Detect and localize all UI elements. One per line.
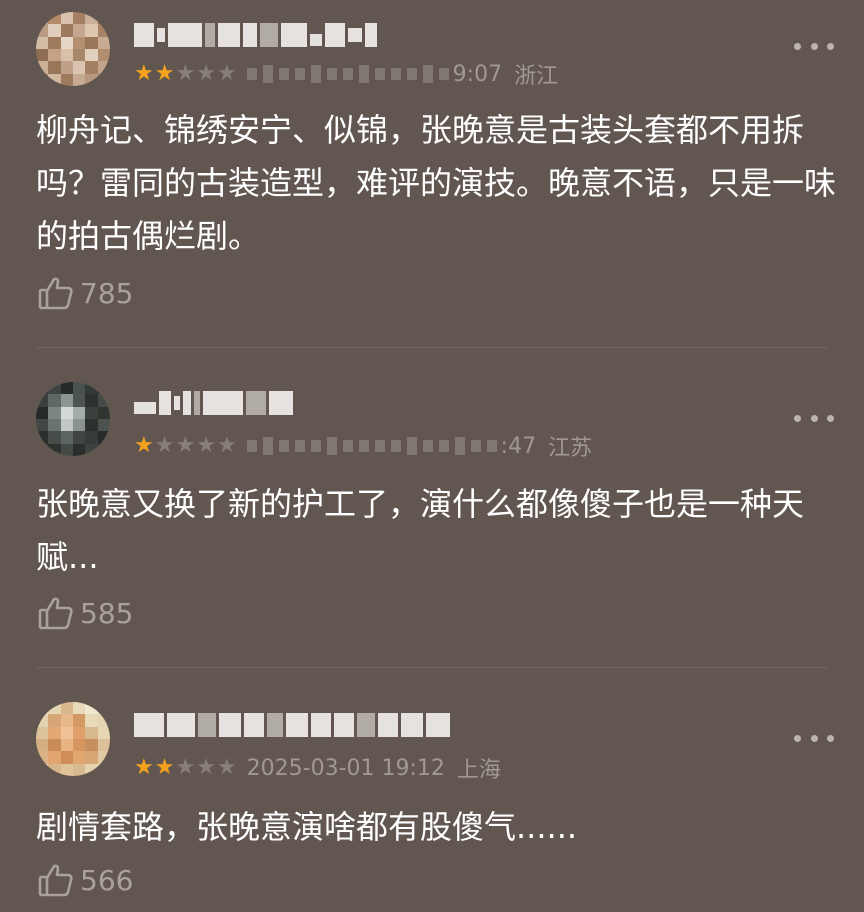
star-icon: ★ [216, 61, 237, 86]
star-icon: ★ [154, 61, 175, 86]
star-icon: ★ [134, 61, 154, 86]
like-count: 585 [80, 596, 134, 630]
like-button[interactable]: 566 [38, 860, 133, 900]
star-icon: ★ [154, 433, 175, 458]
star-icon: ★ [216, 755, 237, 780]
like-count: 566 [80, 863, 134, 897]
more-dots-icon[interactable] [794, 728, 834, 748]
timestamp-blurred [246, 65, 449, 83]
thumbs-up-icon [38, 597, 73, 630]
star-icon: ★ [134, 433, 154, 458]
star-icon: ★ [175, 433, 196, 458]
like-button[interactable]: 785 [38, 273, 133, 313]
more-dots-icon[interactable] [794, 36, 834, 56]
comment-item: ★ ★ ★ ★ ★ 9:07 浙江 柳舟记、锦绣安宁、似锦，张晚意是古装头套都不… [0, 0, 864, 347]
comment-text: 张晚意又换了新的护工了，演什么都像傻子也是一种天赋... [36, 485, 805, 576]
username-blurred[interactable] [134, 388, 293, 418]
avatar[interactable] [36, 382, 110, 456]
comment-location: 上海 [456, 758, 501, 783]
username-blurred[interactable] [134, 710, 450, 740]
comment-location: 浙江 [514, 64, 559, 89]
comment-meta: ★ ★ ★ ★ ★ 2025-03-01 19:12 上海 [134, 754, 513, 784]
rating-stars: ★ ★ ★ ★ ★ [134, 435, 237, 457]
star-icon: ★ [196, 61, 216, 86]
comment-meta: ★ ★ ★ ★ ★ :47 江苏 [134, 432, 604, 462]
comment-item: ★ ★ ★ ★ ★ :47 江苏 张晚意又换了新的护工了，演什么都像傻子也是一种… [0, 348, 864, 668]
thumbs-up-icon [38, 277, 73, 310]
thumbs-up-icon [38, 864, 73, 897]
timestamp-blurred [246, 437, 497, 455]
comment-time: :47 [500, 433, 537, 459]
star-icon: ★ [154, 755, 175, 780]
comment-item: ★ ★ ★ ★ ★ 2025-03-01 19:12 上海 剧情套路，张晚意演啥… [0, 668, 864, 912]
comment-time: 9:07 [452, 61, 503, 87]
avatar[interactable] [36, 702, 110, 776]
username-blurred[interactable] [134, 20, 377, 50]
star-icon: ★ [175, 61, 196, 86]
more-dots-icon[interactable] [794, 408, 834, 428]
comment-meta: ★ ★ ★ ★ ★ 9:07 浙江 [134, 60, 570, 90]
rating-stars: ★ ★ ★ ★ ★ [134, 757, 237, 779]
star-icon: ★ [175, 755, 196, 780]
comment-time: 2025-03-01 19:12 [246, 755, 445, 781]
avatar[interactable] [36, 12, 110, 86]
comment-text: 剧情套路，张晚意演啥都有股傻气...... [36, 808, 578, 846]
comment-text: 柳舟记、锦绣安宁、似锦，张晚意是古装头套都不用拆吗？雷同的古装造型，难评的演技。… [36, 111, 837, 255]
like-count: 785 [80, 276, 134, 310]
star-icon: ★ [134, 755, 154, 780]
like-button[interactable]: 585 [38, 593, 133, 633]
rating-stars: ★ ★ ★ ★ ★ [134, 63, 237, 85]
comment-location: 江苏 [548, 436, 593, 461]
star-icon: ★ [196, 755, 216, 780]
star-icon: ★ [216, 433, 237, 458]
star-icon: ★ [196, 433, 216, 458]
